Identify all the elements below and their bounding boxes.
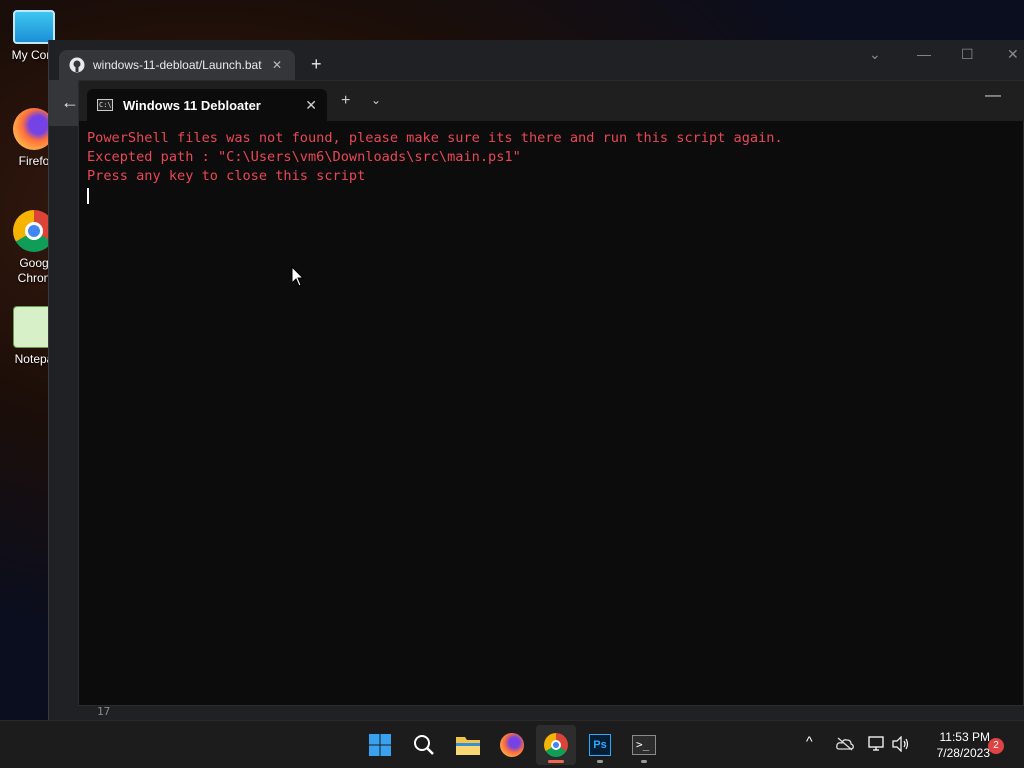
text-cursor <box>87 188 89 204</box>
search-icon <box>414 735 434 755</box>
photoshop-icon: Ps <box>589 734 611 756</box>
close-tab-icon[interactable]: ✕ <box>269 58 285 72</box>
chrome-icon <box>544 733 568 757</box>
file-explorer-icon <box>456 737 480 755</box>
running-indicator <box>597 760 603 763</box>
close-tab-icon[interactable]: ✕ <box>305 97 317 114</box>
windows-logo-icon <box>369 734 391 756</box>
back-arrow-icon[interactable]: ← <box>61 92 79 113</box>
command-prompt-icon: C:\ <box>97 99 113 111</box>
new-tab-button[interactable]: + <box>341 92 350 110</box>
tab-search-icon[interactable]: ⌄ <box>869 46 881 63</box>
search-button[interactable] <box>404 725 444 765</box>
monitor-icon <box>13 10 55 44</box>
network-icon[interactable] <box>868 736 886 752</box>
chrome-tab-label: windows-11-debloat/Launch.bat <box>93 58 262 72</box>
volume-icon[interactable] <box>892 736 910 752</box>
chrome-taskbar-button[interactable] <box>536 725 576 765</box>
terminal-tab[interactable]: C:\ Windows 11 Debloater ✕ <box>87 89 327 121</box>
terminal-output[interactable]: PowerShell files was not found, please m… <box>87 129 1013 697</box>
terminal-tab-title: Windows 11 Debloater <box>123 97 261 113</box>
clock[interactable]: 11:53 PM 7/28/2023 <box>916 729 990 761</box>
maximize-button[interactable]: ☐ <box>961 46 974 63</box>
terminal-window: C:\ Windows 11 Debloater ✕ + ⌄ — PowerSh… <box>78 80 1024 706</box>
firefox-icon <box>500 733 524 757</box>
file-explorer-button[interactable] <box>448 725 488 765</box>
mouse-pointer-icon <box>291 266 305 287</box>
show-hidden-icons-chevron-up-icon[interactable]: ^ <box>806 733 813 749</box>
terminal-taskbar-button[interactable]: >_ <box>624 725 664 765</box>
terminal-icon: >_ <box>632 735 656 755</box>
terminal-line: PowerShell files was not found, please m… <box>87 130 783 146</box>
photoshop-taskbar-button[interactable]: Ps <box>580 725 620 765</box>
new-tab-button[interactable]: + <box>311 54 322 75</box>
close-window-button[interactable]: ✕ <box>1007 46 1019 63</box>
chrome-tab-bar: windows-11-debloat/Launch.bat ✕ + ⌄ — ☐ … <box>49 40 1024 80</box>
start-button[interactable] <box>360 725 400 765</box>
terminal-title-bar: C:\ Windows 11 Debloater ✕ + ⌄ — <box>79 81 1024 121</box>
minimize-button[interactable]: — <box>985 87 1001 105</box>
running-indicator <box>641 760 647 763</box>
chevron-down-icon[interactable]: ⌄ <box>371 93 381 107</box>
desktop-icon-label: Firefo <box>18 154 50 168</box>
page-line-number: 17 <box>97 705 111 718</box>
github-icon <box>69 57 85 73</box>
clock-time: 11:53 PM <box>939 730 990 744</box>
clock-date: 7/28/2023 <box>936 746 990 760</box>
active-indicator <box>548 760 564 763</box>
terminal-line: Press any key to close this script <box>87 168 366 184</box>
chrome-tab[interactable]: windows-11-debloat/Launch.bat ✕ <box>59 50 295 80</box>
desktop-icon-label: Goog Chron <box>17 256 51 285</box>
terminal-line: Excepted path : "C:\Users\vm6\Downloads\… <box>87 149 521 165</box>
onedrive-offline-icon[interactable] <box>836 737 854 751</box>
minimize-button[interactable]: — <box>917 46 931 62</box>
taskbar: Ps >_ ^ 11:53 PM 7/28/2023 2 <box>0 720 1024 768</box>
notification-badge[interactable]: 2 <box>988 738 1004 754</box>
firefox-taskbar-button[interactable] <box>492 725 532 765</box>
